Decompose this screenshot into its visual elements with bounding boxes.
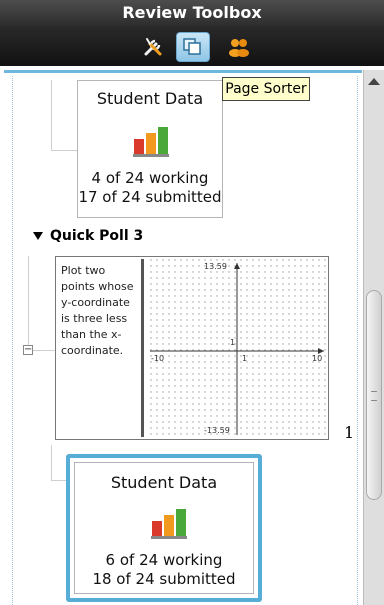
card-body: Student Data 6 of 24 working 18 of 24 su… bbox=[74, 462, 254, 594]
tab-page-sorter[interactable] bbox=[176, 32, 210, 62]
student-data-card[interactable]: Student Data 4 of 24 working 17 of 24 su… bbox=[77, 80, 223, 218]
tab-tools[interactable] bbox=[136, 32, 170, 62]
working-count: 6 of 24 working bbox=[105, 551, 223, 569]
x-tick-label: 1 bbox=[242, 354, 247, 363]
quick-poll-label[interactable]: Quick Poll 3 bbox=[50, 228, 143, 244]
vertical-scrollbar[interactable] bbox=[363, 70, 384, 605]
scroll-thumb[interactable] bbox=[366, 290, 382, 500]
expand-triangle-icon[interactable] bbox=[33, 232, 43, 240]
y-max-label: 13.59 bbox=[204, 262, 227, 271]
tree-line bbox=[51, 150, 77, 151]
card-title: Student Data bbox=[96, 89, 204, 108]
page-sorter-tooltip: Page Sorter bbox=[222, 77, 310, 101]
scroll-up-arrow-icon[interactable] bbox=[368, 78, 380, 85]
tree-line bbox=[28, 256, 29, 345]
bar-chart-icon bbox=[133, 127, 169, 157]
question-prompt: Plot two points whose y-coordinate is th… bbox=[58, 259, 144, 437]
class-students-icon bbox=[229, 39, 249, 57]
submitted-count: 17 of 24 submitted bbox=[78, 188, 222, 206]
bar-chart-icon bbox=[151, 509, 187, 539]
toolbox-tabbar bbox=[0, 26, 384, 66]
page-thumbnail[interactable]: Plot two points whose y-coordinate is th… bbox=[55, 256, 329, 440]
collapse-icon[interactable]: − bbox=[23, 345, 33, 355]
graph-plot: 13.59 -13.59 -10 10 1 1 bbox=[148, 257, 328, 439]
tree-line bbox=[51, 480, 66, 481]
submitted-count: 18 of 24 submitted bbox=[92, 570, 236, 588]
wrench-screwdriver-icon bbox=[144, 38, 162, 56]
tree-line bbox=[33, 350, 55, 351]
student-data-card-selected[interactable]: Student Data 6 of 24 working 18 of 24 su… bbox=[66, 454, 262, 602]
tree-line bbox=[51, 80, 52, 150]
grip-icon bbox=[371, 391, 377, 401]
working-count: 4 of 24 working bbox=[91, 169, 209, 187]
tree-line bbox=[51, 445, 52, 480]
y-tick-label: 1 bbox=[230, 338, 235, 347]
page-number: 1 bbox=[344, 423, 355, 442]
card-title: Student Data bbox=[110, 473, 218, 492]
x-min-label: -10 bbox=[151, 354, 164, 363]
tab-class[interactable] bbox=[222, 32, 256, 62]
window-title: Review Toolbox bbox=[0, 0, 384, 26]
x-max-label: 10 bbox=[312, 354, 322, 363]
y-min-label: -13.59 bbox=[204, 426, 230, 435]
page-sorter-icon bbox=[183, 38, 201, 55]
